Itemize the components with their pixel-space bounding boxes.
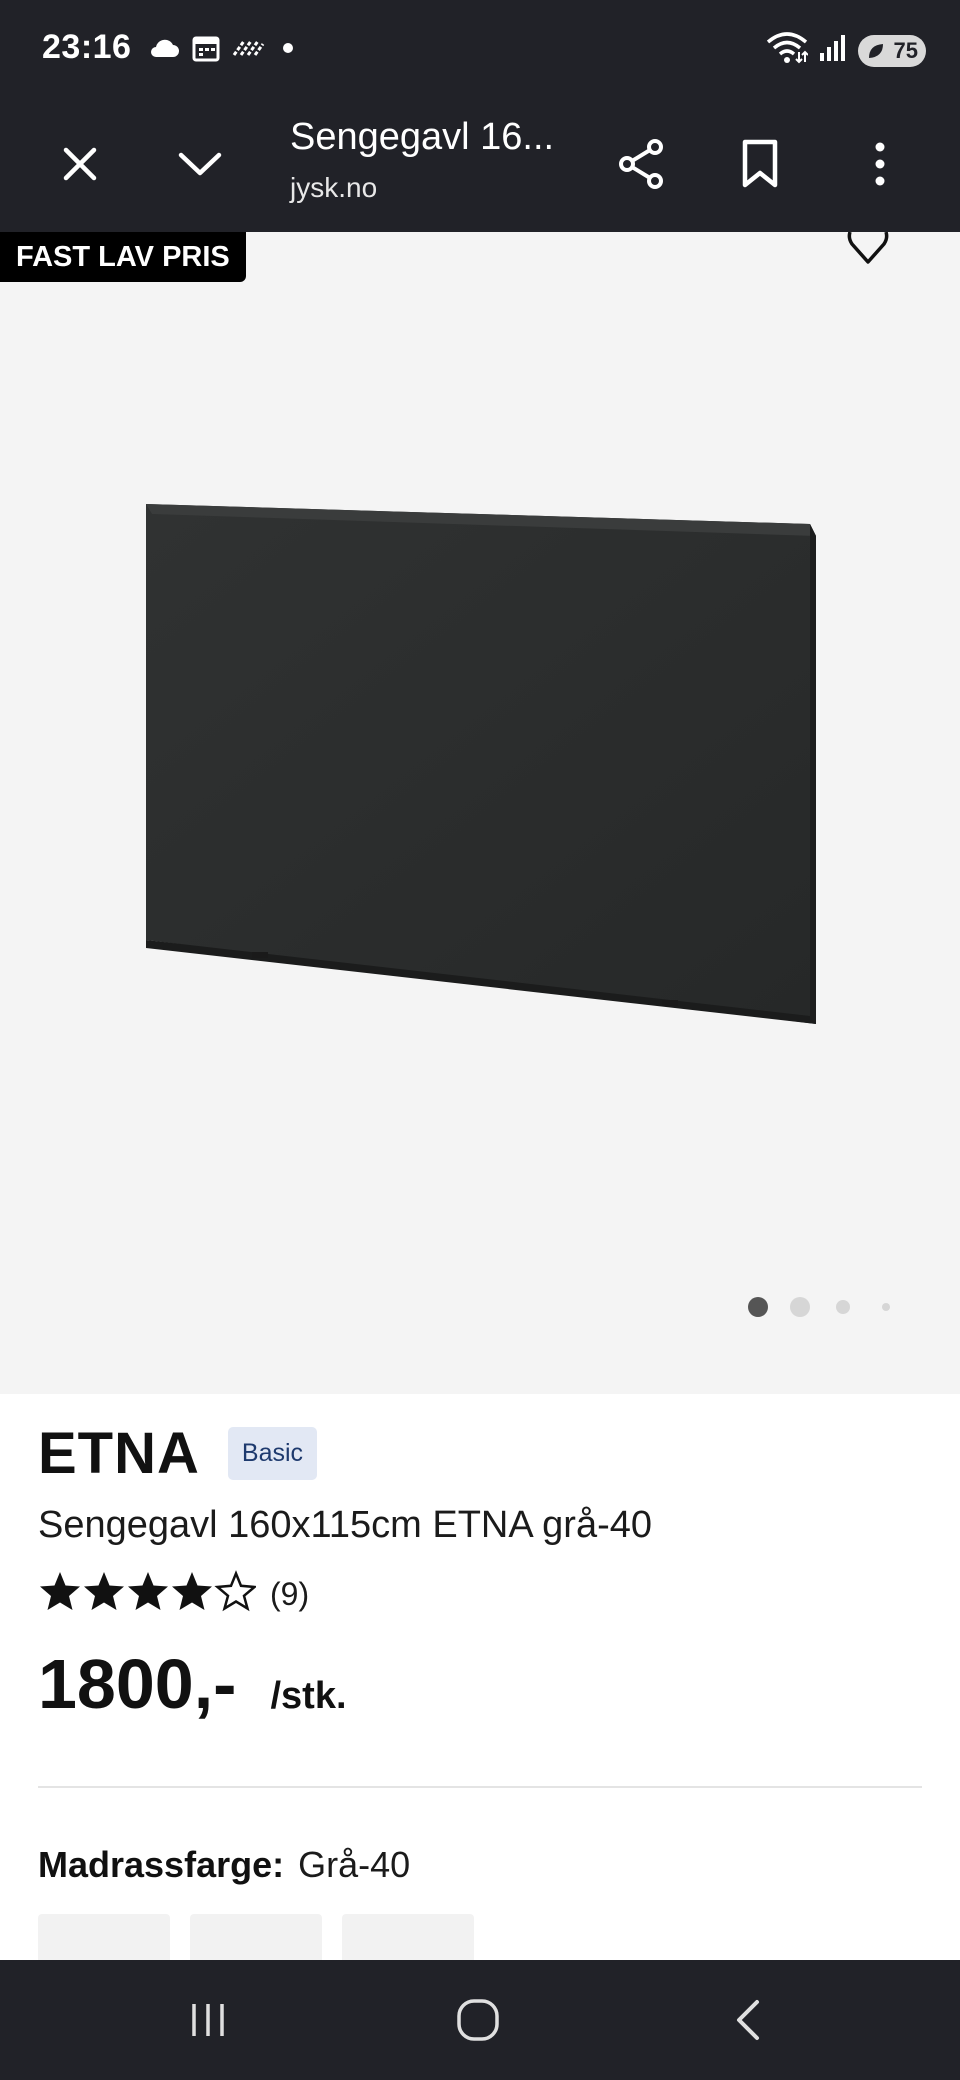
pagination-dot[interactable] — [882, 1303, 890, 1311]
brand-name: ETNA — [38, 1421, 200, 1486]
pagination-dot-active[interactable] — [748, 1297, 768, 1317]
calendar-icon — [192, 34, 220, 67]
color-value: Grå-40 — [298, 1844, 411, 1885]
product-image-carousel[interactable]: FAST LAV PRIS — [0, 232, 960, 1394]
dot-icon — [278, 38, 298, 63]
cloud-icon — [148, 37, 180, 64]
status-icons-right: 75 — [766, 32, 926, 69]
nfc-icon — [232, 37, 266, 64]
back-icon[interactable] — [708, 1990, 788, 2050]
price-badge: FAST LAV PRIS — [0, 232, 246, 282]
price-unit: /stk. — [270, 1675, 347, 1717]
home-icon[interactable] — [438, 1990, 518, 2050]
recent-apps-icon[interactable] — [168, 1990, 248, 2050]
color-row: Madrassfarge: Grå-40 — [38, 1844, 410, 1886]
bookmark-icon[interactable] — [728, 132, 792, 196]
color-label: Madrassfarge: — [38, 1844, 285, 1885]
page-domain[interactable]: jysk.no — [290, 172, 377, 204]
system-nav-bar — [0, 1960, 960, 2080]
battery-saver-icon — [866, 41, 886, 67]
status-bar: 23:16 75 — [0, 0, 960, 100]
more-vert-icon[interactable] — [848, 132, 912, 196]
share-icon[interactable] — [610, 132, 674, 196]
star-rating-icon — [38, 1570, 258, 1619]
brand-row: ETNA Basic — [38, 1420, 318, 1487]
price-row: 1800,- /stk. — [38, 1644, 347, 1724]
status-time: 23:16 — [42, 28, 132, 66]
pagination-dot[interactable] — [790, 1297, 810, 1317]
battery-icon: 75 — [858, 34, 926, 67]
signal-icon — [818, 33, 848, 68]
page-title[interactable]: Sengegavl 16... — [290, 116, 554, 159]
heart-icon[interactable] — [844, 232, 892, 268]
carousel-pagination — [748, 1297, 912, 1317]
product-image — [140, 500, 820, 1045]
chevron-down-icon[interactable] — [168, 132, 232, 196]
price: 1800,- — [38, 1645, 237, 1723]
wifi-icon — [766, 32, 809, 69]
divider — [38, 1786, 922, 1788]
rating-count[interactable]: (9) — [270, 1576, 309, 1613]
product-name: Sengegavl 160x115cm ETNA grå-40 — [38, 1504, 652, 1546]
status-icons-left — [148, 34, 298, 67]
battery-level: 75 — [893, 37, 918, 63]
pagination-dot[interactable] — [836, 1300, 850, 1314]
range-tag: Basic — [227, 1427, 318, 1480]
rating[interactable]: (9) — [38, 1570, 309, 1619]
close-icon[interactable] — [48, 132, 112, 196]
browser-toolbar: Sengegavl 16... jysk.no — [0, 100, 960, 232]
